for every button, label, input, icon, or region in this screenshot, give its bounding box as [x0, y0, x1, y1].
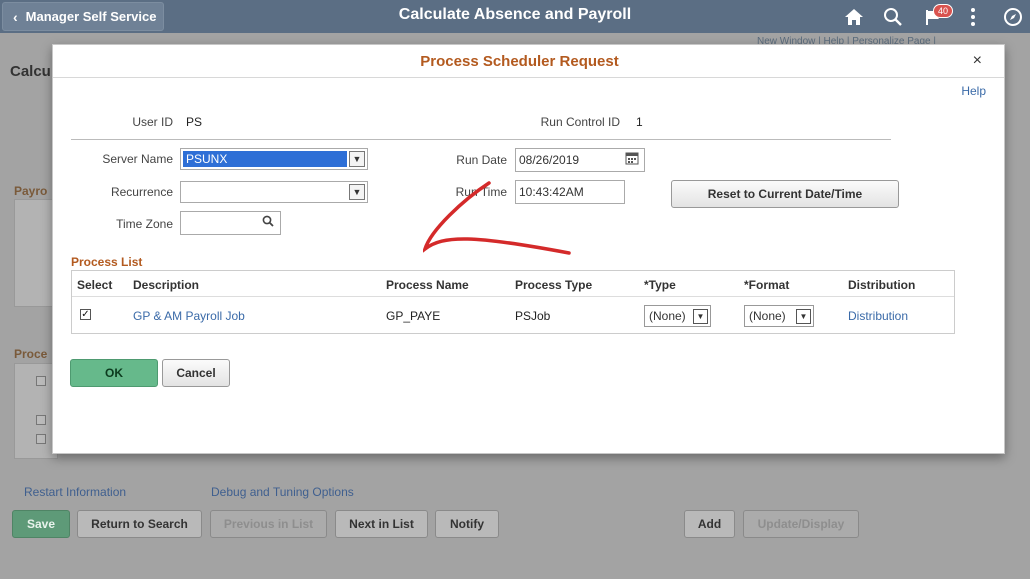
add-button[interactable]: Add — [684, 510, 735, 538]
compass-icon[interactable] — [1002, 6, 1024, 28]
process-type-cell: PSJob — [515, 309, 551, 323]
column-header-distribution: Distribution — [848, 278, 916, 292]
run-time-value: 10:43:42AM — [519, 185, 584, 199]
process-list-grid: Select Description Process Name Process … — [71, 270, 955, 334]
run-control-id-label: Run Control ID — [540, 115, 620, 129]
run-date-value: 08/26/2019 — [519, 153, 580, 167]
notify-button[interactable]: Notify — [435, 510, 499, 538]
column-header-select: Select — [77, 278, 113, 292]
user-id-value: PS — [186, 115, 203, 129]
background-checkbox — [36, 415, 46, 425]
separator-line — [71, 139, 891, 140]
recurrence-label: Recurrence — [110, 185, 173, 199]
top-header: ‹ Manager Self Service Calculate Absence… — [0, 0, 1030, 33]
dropdown-arrow-icon[interactable]: ▼ — [693, 308, 708, 324]
column-header-process-name: Process Name — [386, 278, 469, 292]
payroll-section-title: Payro — [14, 184, 48, 198]
dialog-title: Process Scheduler Request — [420, 53, 619, 70]
ok-button[interactable]: OK — [70, 359, 158, 387]
process-list-header: Select Description Process Name Process … — [72, 271, 954, 297]
dropdown-arrow-icon[interactable]: ▼ — [349, 151, 365, 167]
restart-information-link[interactable]: Restart Information — [24, 485, 126, 499]
column-header-format: *Format — [744, 278, 790, 292]
reset-to-current-datetime-button[interactable]: Reset to Current Date/Time — [671, 180, 899, 208]
home-icon[interactable] — [843, 6, 865, 28]
column-header-process-type: Process Type — [515, 278, 593, 292]
type-select[interactable]: (None) ▼ — [644, 305, 711, 327]
format-value: (None) — [749, 309, 786, 323]
notification-badge: 40 — [933, 4, 954, 18]
format-select[interactable]: (None) ▼ — [744, 305, 814, 327]
process-name-cell: GP_PAYE — [386, 309, 441, 323]
column-header-type: *Type — [644, 278, 676, 292]
time-zone-label: Time Zone — [116, 217, 173, 231]
checkbox-checked-icon[interactable]: ✓ — [80, 309, 91, 320]
run-time-input[interactable]: 10:43:42AM — [515, 180, 625, 204]
return-to-search-button[interactable]: Return to Search — [77, 510, 202, 538]
close-icon[interactable]: × — [973, 52, 982, 70]
recurrence-select[interactable]: ▼ — [180, 181, 368, 203]
server-name-select[interactable]: PSUNX ▼ — [180, 148, 368, 170]
type-value: (None) — [649, 309, 686, 323]
process-description-link[interactable]: GP & AM Payroll Job — [133, 309, 245, 323]
help-link[interactable]: Help — [961, 84, 986, 98]
process-section-title: Proce — [14, 347, 48, 361]
run-control-id-value: 1 — [636, 115, 643, 129]
update-display-button[interactable]: Update/Display — [743, 510, 859, 538]
background-checkbox — [36, 434, 46, 444]
distribution-link[interactable]: Distribution — [848, 309, 908, 323]
magnifier-icon[interactable] — [262, 215, 274, 230]
search-icon[interactable] — [882, 6, 904, 28]
background-page-title: Calcu — [10, 63, 51, 80]
more-vert-icon[interactable] — [962, 6, 984, 28]
page-title: Calculate Absence and Payroll — [398, 6, 632, 23]
run-date-label: Run Date — [456, 153, 507, 167]
previous-in-list-button[interactable]: Previous in List — [210, 510, 327, 538]
run-time-label: Run Time — [455, 185, 507, 199]
cancel-button[interactable]: Cancel — [162, 359, 230, 387]
save-button[interactable]: Save — [12, 510, 70, 538]
dialog-title-divider — [53, 77, 1004, 78]
dropdown-arrow-icon[interactable]: ▼ — [796, 308, 811, 324]
background-checkbox — [36, 376, 46, 386]
process-list-title: Process List — [71, 255, 143, 269]
calendar-icon[interactable] — [625, 151, 639, 168]
process-scheduler-dialog: Process Scheduler Request × Help User ID… — [52, 44, 1005, 454]
user-id-label: User ID — [132, 115, 173, 129]
column-header-description: Description — [133, 278, 200, 292]
dropdown-arrow-icon[interactable]: ▼ — [349, 184, 365, 200]
server-name-value: PSUNX — [183, 151, 347, 167]
debug-tuning-options-link[interactable]: Debug and Tuning Options — [211, 485, 354, 499]
server-name-label: Server Name — [102, 152, 173, 166]
next-in-list-button[interactable]: Next in List — [335, 510, 428, 538]
